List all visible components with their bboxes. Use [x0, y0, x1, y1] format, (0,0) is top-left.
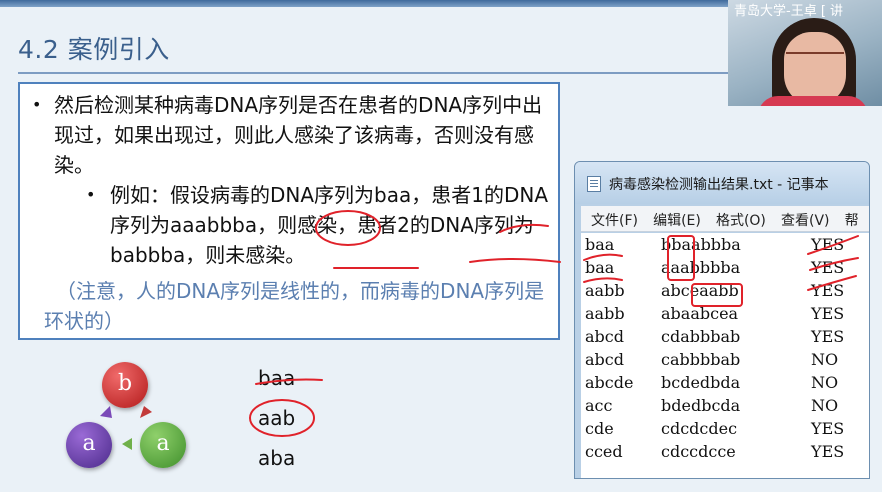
virus-seq: abcd — [585, 327, 624, 346]
title-rule — [18, 72, 734, 74]
notepad-menubar: 文件(F) 编辑(E) 格式(O) 查看(V) 帮 — [581, 206, 869, 232]
result: YES — [811, 235, 845, 254]
node-b: b — [102, 362, 148, 408]
content-box: • 然后检测某种病毒DNA序列是否在患者的DNA序列中出现过，如果出现过，则此人… — [18, 82, 560, 340]
circular-dna-diagram: b a a — [60, 360, 190, 478]
bullet-dot: • — [32, 95, 42, 114]
bullet-dot: • — [86, 185, 96, 204]
note-text: （注意，人的DNA序列是线性的，而病毒的DNA序列是环状的） — [44, 279, 545, 333]
node-a-right: a — [140, 422, 186, 468]
virus-seq: cde — [585, 419, 614, 438]
notepad-window[interactable]: 病毒感染检测输出结果.txt - 记事本 文件(F) 编辑(E) 格式(O) 查… — [574, 161, 870, 479]
node-a-left: a — [66, 422, 112, 468]
patient-seq: bcdedbda — [661, 373, 741, 392]
table-row: aabb abaabcea YES — [581, 302, 869, 325]
result: YES — [811, 419, 845, 438]
virus-seq: baa — [585, 235, 615, 254]
arrow-b-to-a — [140, 406, 152, 418]
result: NO — [811, 396, 839, 415]
sequence-3: aba — [258, 446, 296, 470]
table-row: cde cdcdcdec YES — [581, 417, 869, 440]
table-row: cced cdccdcce YES — [581, 440, 869, 463]
arrow-a-to-b — [100, 406, 112, 418]
table-row: abcd cdabbbab YES — [581, 325, 869, 348]
virus-seq: acc — [585, 396, 613, 415]
result: YES — [811, 327, 845, 346]
virus-seq: baa — [585, 258, 615, 277]
patient-seq: cdccdcce — [661, 442, 736, 461]
virus-seq: abcd — [585, 350, 624, 369]
patient-seq: abceaabb — [661, 281, 739, 300]
notepad-text-area[interactable]: baa bbaabbba YES baa aaabbbba YES aabb abceaa… — [581, 233, 869, 478]
slide-title: 4.2 案例引入 — [18, 35, 170, 64]
bullet-main-text: 然后检测某种病毒DNA序列是否在患者的DNA序列中出现过，如果出现过，则此人感染… — [54, 93, 543, 177]
arrow-a-to-a — [122, 438, 132, 450]
sequence-1: baa — [258, 366, 296, 390]
sequence-2: aab — [258, 406, 296, 430]
patient-seq: cabbbbab — [661, 350, 741, 369]
result: YES — [811, 442, 845, 461]
result: YES — [811, 281, 845, 300]
table-row: abcd cabbbbab NO — [581, 348, 869, 371]
table-row: abcde bcdedbda NO — [581, 371, 869, 394]
bullet-sub: • 例如：假设病毒的DNA序列为baa，患者1的DNA序列为aaabbba，则感… — [80, 180, 558, 270]
virus-seq: aabb — [585, 281, 625, 300]
patient-seq: cdcdcdec — [661, 419, 738, 438]
webcam-label: 青岛大学-王卓 [ 讲 — [734, 4, 844, 19]
webcam-overlay: 青岛大学-王卓 [ 讲 — [728, 0, 882, 106]
presenter-glasses — [786, 52, 844, 62]
table-row: baa bbaabbba YES — [581, 233, 869, 256]
result: NO — [811, 350, 839, 369]
patient-seq: cdabbbab — [661, 327, 741, 346]
virus-seq: aabb — [585, 304, 625, 323]
patient-seq: bbaabbba — [661, 235, 741, 254]
result: NO — [811, 373, 839, 392]
presenter-body — [758, 96, 868, 106]
table-row: aabb abceaabb YES — [581, 279, 869, 302]
menu-file[interactable]: 文件(F) — [581, 206, 638, 230]
virus-seq: cced — [585, 442, 623, 461]
bullet-main: • 然后检测某种病毒DNA序列是否在患者的DNA序列中出现过，如果出现过，则此人… — [24, 90, 554, 180]
patient-seq: abaabcea — [661, 304, 739, 323]
menu-format[interactable]: 格式(O) — [706, 206, 766, 230]
table-row: baa aaabbbba YES — [581, 256, 869, 279]
bullet-sub-text: 例如：假设病毒的DNA序列为baa，患者1的DNA序列为aaabbba，则感染，… — [110, 183, 549, 267]
notepad-icon — [587, 176, 601, 192]
virus-seq: abcde — [585, 373, 634, 392]
menu-view[interactable]: 查看(V) — [771, 206, 830, 230]
menu-help[interactable]: 帮 — [835, 206, 859, 230]
notepad-titlebar[interactable]: 病毒感染检测输出结果.txt - 记事本 — [575, 162, 869, 204]
patient-seq: aaabbbba — [661, 258, 741, 277]
patient-seq: bdedbcda — [661, 396, 741, 415]
result: YES — [811, 258, 845, 277]
presenter-face — [784, 32, 846, 106]
table-row: acc bdedbcda NO — [581, 394, 869, 417]
notepad-title: 病毒感染检测输出结果.txt - 记事本 — [609, 177, 829, 193]
result: YES — [811, 304, 845, 323]
menu-edit[interactable]: 编辑(E) — [643, 206, 701, 230]
